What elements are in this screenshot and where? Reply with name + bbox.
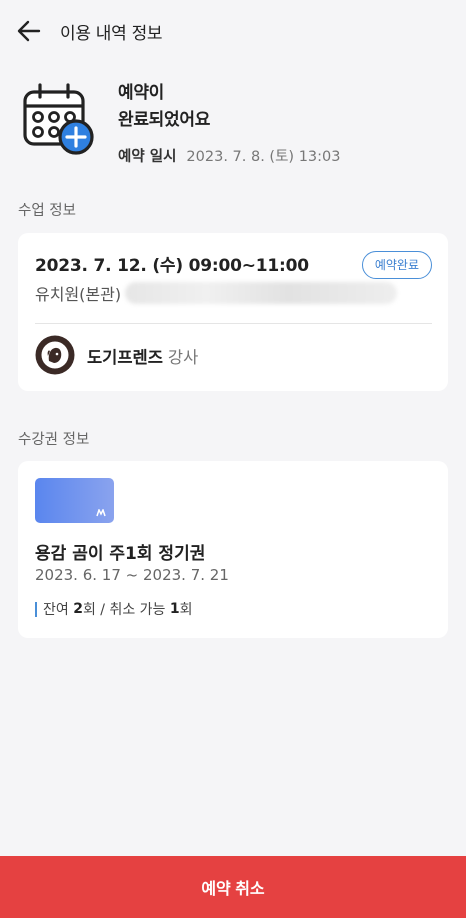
instructor-avatar <box>35 335 75 375</box>
reservation-status: 예약이 완료되었어요 예약 일시 2023. 7. 8. (토) 13:03 <box>22 80 452 170</box>
instructor-role: 강사 <box>167 348 199 367</box>
page-title: 이용 내역 정보 <box>60 23 163 44</box>
status-title-line1: 예약이 <box>118 83 165 103</box>
pass-period: 2023. 6. 17 ~ 2023. 7. 21 <box>35 566 229 584</box>
status-badge: 예약완료 <box>361 251 432 279</box>
cancelable-unit: 회 <box>179 602 193 618</box>
class-info-label: 수업 정보 <box>18 203 76 219</box>
pass-remaining: 잔여 2회 / 취소 가능 1회 <box>35 599 193 619</box>
arrow-left-icon <box>17 20 41 42</box>
cancelable-count: 1 <box>169 601 180 617</box>
class-datetime: 2023. 7. 12. (수) 09:00~11:00 <box>35 256 309 276</box>
reservation-datetime-label: 예약 일시 <box>118 149 177 165</box>
status-title-line2: 완료되었어요 <box>118 110 211 130</box>
remaining-count: 2 <box>73 601 83 617</box>
pass-info-card: 용감 곰이 주1회 정기권 2023. 6. 17 ~ 2023. 7. 21 … <box>18 461 448 638</box>
class-place-name: 유치원(본관) <box>35 285 122 304</box>
back-button[interactable] <box>14 16 44 46</box>
reservation-datetime-value: 2023. 7. 8. (토) 13:03 <box>186 149 341 165</box>
brand-mark-icon <box>96 509 106 517</box>
app-header: 이용 내역 정보 <box>0 0 466 62</box>
remaining-unit: 회 / 취소 가능 <box>82 602 166 618</box>
pass-thumbnail <box>35 478 114 523</box>
remaining-prefix: 잔여 <box>43 602 69 618</box>
divider <box>35 323 432 324</box>
class-info-card: 2023. 7. 12. (수) 09:00~11:00 유치원(본관) 예약완… <box>18 233 448 391</box>
calendar-add-icon <box>23 83 94 155</box>
remaining-indicator-bar <box>35 601 37 617</box>
pass-info-label: 수강권 정보 <box>18 432 90 448</box>
instructor: 도기프렌즈 강사 <box>87 344 198 368</box>
blurred-address <box>125 282 398 304</box>
cancel-reservation-button[interactable]: 예약 취소 <box>0 856 466 918</box>
reservation-datetime: 예약 일시 2023. 7. 8. (토) 13:03 <box>118 145 340 166</box>
instructor-name: 도기프렌즈 <box>87 348 163 367</box>
class-place: 유치원(본관) <box>35 281 398 305</box>
pass-name: 용감 곰이 주1회 정기권 <box>35 544 206 564</box>
